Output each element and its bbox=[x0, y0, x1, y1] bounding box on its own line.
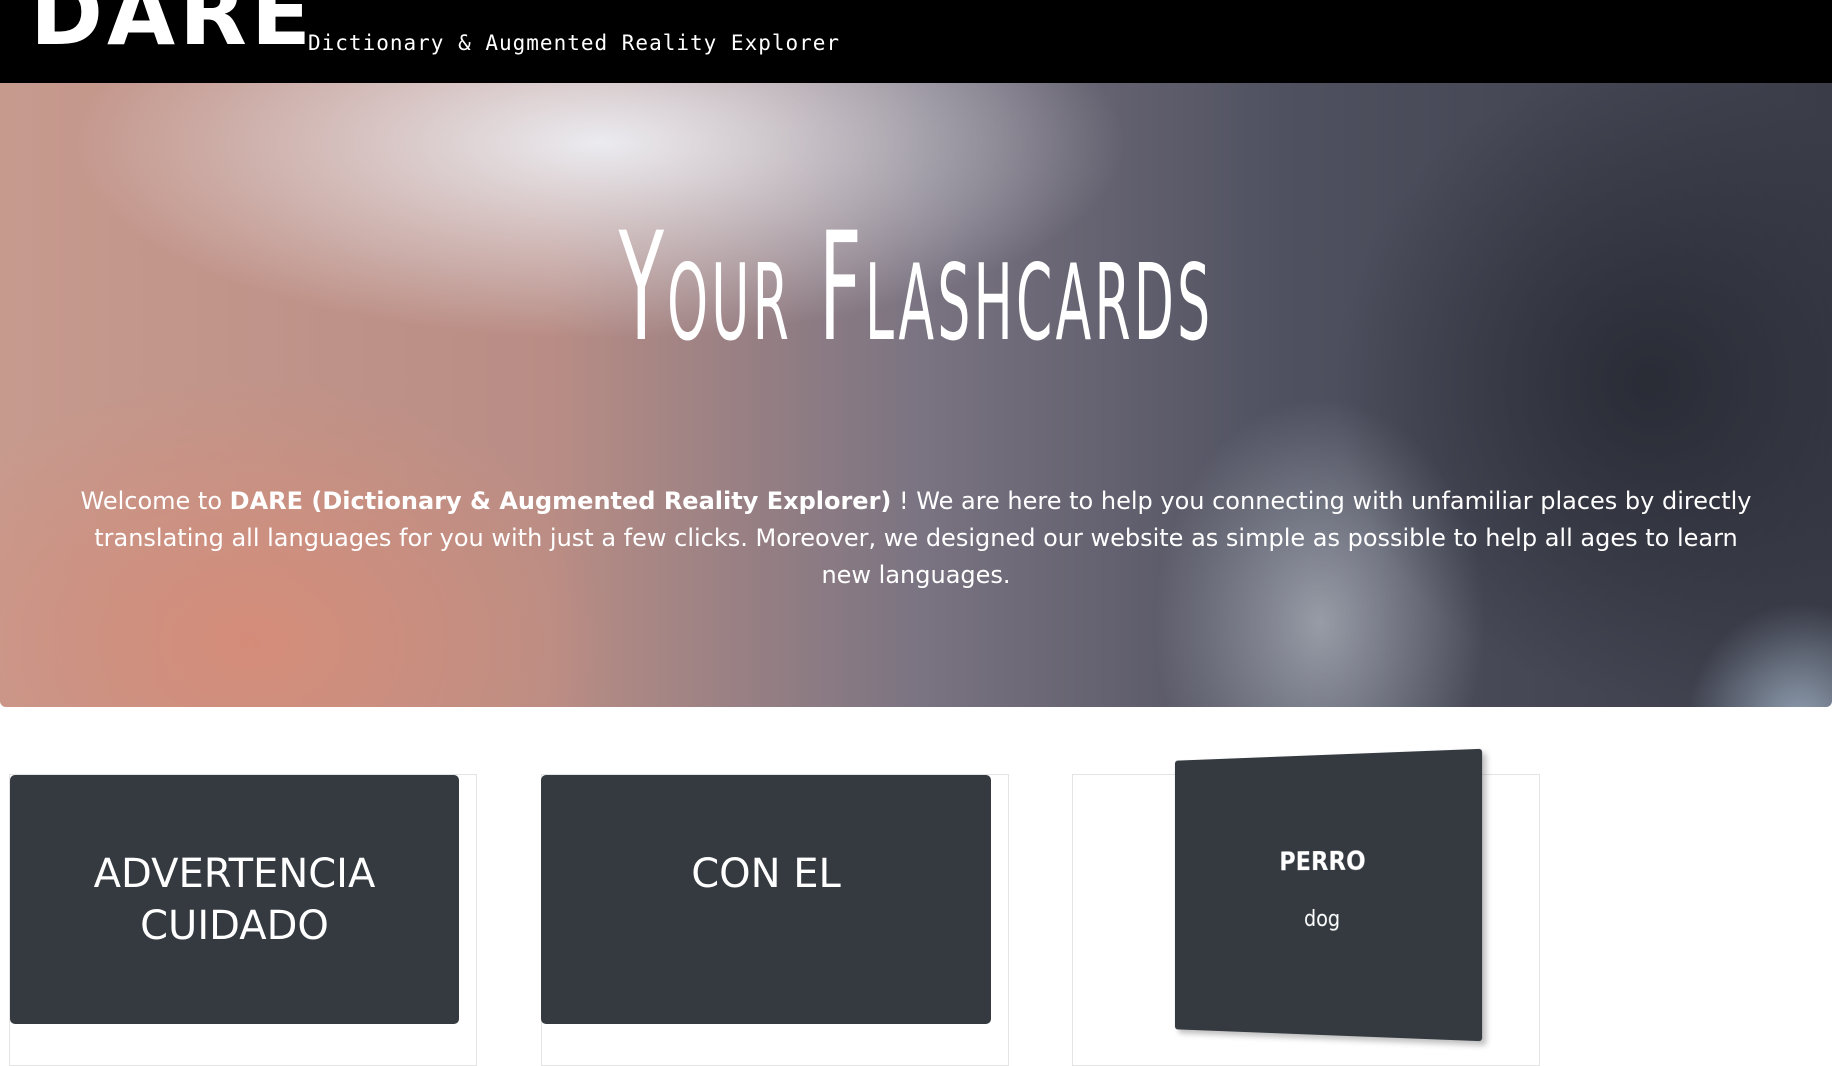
page-title: Your Flashcards bbox=[618, 201, 1214, 375]
flashcard-word: PERRO bbox=[1279, 846, 1366, 878]
brand-logo[interactable]: DARE bbox=[30, 0, 315, 58]
flashcard-word: CON EL bbox=[691, 851, 841, 897]
flashcard[interactable]: ADVERTENCIA CUIDADO bbox=[10, 775, 459, 1024]
welcome-prefix: Welcome to bbox=[80, 487, 230, 515]
flashcard[interactable]: CON EL bbox=[541, 775, 991, 1024]
flashcard-flipping[interactable]: PERRO dog bbox=[1174, 748, 1483, 1042]
flashcard-word: ADVERTENCIA bbox=[93, 851, 376, 897]
hero-banner: Your Flashcards Welcome to DARE (Diction… bbox=[0, 83, 1832, 707]
flashcard-translation: dog bbox=[1304, 906, 1341, 933]
welcome-text: Welcome to DARE (Dictionary & Augmented … bbox=[70, 483, 1762, 594]
flashcard-word: CUIDADO bbox=[140, 903, 329, 949]
brand-tagline: Dictionary & Augmented Reality Explorer bbox=[308, 31, 841, 55]
navbar: DARE Dictionary & Augmented Reality Expl… bbox=[0, 0, 1832, 83]
welcome-brand: DARE (Dictionary & Augmented Reality Exp… bbox=[229, 487, 892, 515]
